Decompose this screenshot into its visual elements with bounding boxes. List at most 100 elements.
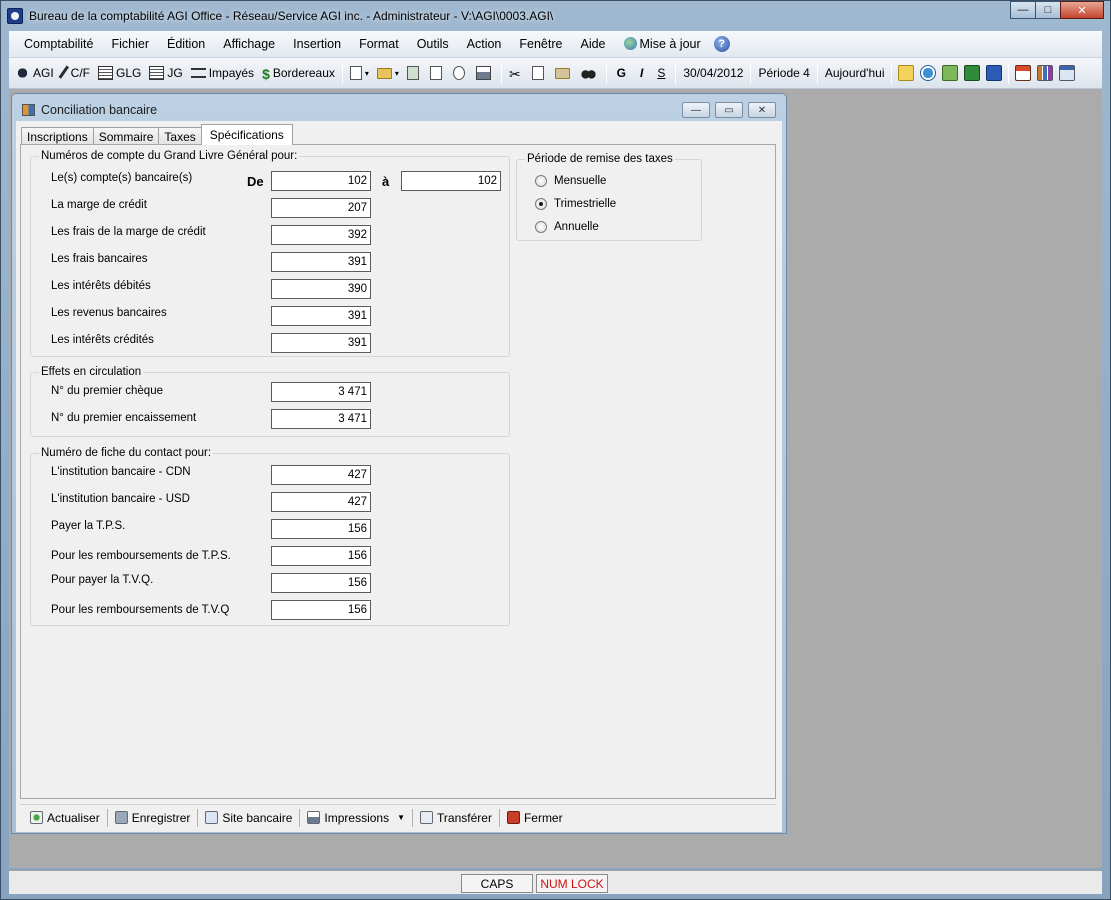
bank-revenue-field[interactable]: 391 bbox=[271, 306, 371, 326]
help-icon[interactable]: ? bbox=[713, 36, 730, 52]
tab-taxes[interactable]: Taxes bbox=[158, 127, 202, 145]
favorites-icon[interactable] bbox=[898, 65, 915, 81]
bold-button[interactable]: G bbox=[610, 61, 633, 85]
toolbar-separator bbox=[750, 62, 752, 84]
child-minimize-button[interactable]: — bbox=[682, 102, 710, 118]
dropdown-arrow-icon: ▾ bbox=[394, 68, 399, 78]
bank-site-button[interactable]: Site bancaire bbox=[201, 811, 296, 825]
radio-annual[interactable] bbox=[535, 221, 547, 233]
to-label: à bbox=[382, 174, 390, 189]
bank-fees-field[interactable]: 391 bbox=[271, 252, 371, 272]
bank-reconciliation-window: Conciliation bancaire — ▭ ✕ Inscriptions… bbox=[11, 93, 787, 834]
copy-button[interactable] bbox=[528, 61, 551, 85]
menu-insertion[interactable]: Insertion bbox=[284, 37, 350, 51]
window-icon[interactable] bbox=[1059, 65, 1076, 81]
menu-fenetre[interactable]: Fenêtre bbox=[510, 37, 571, 51]
bank-account-from-field[interactable]: 102 bbox=[271, 171, 371, 191]
period-button[interactable]: Période 4 bbox=[754, 61, 813, 85]
print-button[interactable] bbox=[472, 61, 498, 85]
jg-button[interactable]: JG bbox=[145, 61, 186, 85]
date-button[interactable]: 30/04/2012 bbox=[679, 61, 747, 85]
menu-comptabilite[interactable]: Comptabilité bbox=[15, 37, 102, 51]
tab-sommaire[interactable]: Sommaire bbox=[92, 127, 160, 145]
impayes-button[interactable]: Impayés bbox=[187, 61, 258, 85]
bank-usd-field[interactable]: 427 bbox=[271, 492, 371, 512]
excel-icon[interactable] bbox=[964, 65, 981, 81]
menu-outils[interactable]: Outils bbox=[408, 37, 458, 51]
internet-explorer-icon[interactable] bbox=[920, 65, 937, 81]
cf-button[interactable]: C/F bbox=[58, 61, 94, 85]
window-title: Bureau de la comptabilité AGI Office - R… bbox=[29, 9, 554, 23]
preview-button[interactable] bbox=[449, 61, 472, 85]
new-document-button[interactable]: ▾ bbox=[346, 61, 373, 85]
app-icon bbox=[7, 8, 23, 24]
underline-button[interactable]: S bbox=[650, 61, 672, 85]
word-icon[interactable] bbox=[986, 65, 1003, 81]
radio-monthly[interactable] bbox=[535, 175, 547, 187]
calendar-icon[interactable] bbox=[1015, 65, 1032, 81]
paste-button[interactable] bbox=[551, 61, 577, 85]
cut-button[interactable]: ✂ bbox=[505, 61, 528, 85]
gl-accounts-group: Numéros de compte du Grand Livre Général… bbox=[30, 150, 510, 357]
toolbar-separator bbox=[1008, 62, 1010, 84]
period-annual-option[interactable]: Annuelle bbox=[535, 221, 599, 233]
qst-refund-field[interactable]: 156 bbox=[271, 600, 371, 620]
transfer-button[interactable]: Transférer bbox=[416, 811, 496, 825]
gst-refund-field[interactable]: 156 bbox=[271, 546, 371, 566]
pay-qst-field[interactable]: 156 bbox=[271, 573, 371, 593]
transfer-icon bbox=[420, 811, 434, 824]
child-window-title: Conciliation bancaire bbox=[41, 103, 158, 117]
refresh-button[interactable]: Actualiser bbox=[26, 811, 104, 825]
from-label: De bbox=[247, 174, 264, 189]
italic-button[interactable]: I bbox=[633, 61, 650, 85]
find-button[interactable] bbox=[577, 61, 603, 85]
close-window-button[interactable]: Fermer bbox=[503, 811, 567, 825]
maximize-button[interactable]: □ bbox=[1035, 1, 1061, 19]
reports-icon[interactable] bbox=[1037, 65, 1054, 81]
glg-button[interactable]: GLG bbox=[94, 61, 145, 85]
tab-inscriptions[interactable]: Inscriptions bbox=[21, 127, 94, 145]
first-deposit-field[interactable]: 3 471 bbox=[271, 409, 371, 429]
bank-account-to-field[interactable]: 102 bbox=[401, 171, 501, 191]
open-folder-icon bbox=[376, 67, 392, 79]
download-button[interactable] bbox=[403, 61, 426, 85]
bank-cdn-field[interactable]: 427 bbox=[271, 465, 371, 485]
pay-qst-label: Pour payer la T.V.Q. bbox=[51, 574, 154, 586]
open-folder-button[interactable]: ▾ bbox=[373, 61, 403, 85]
child-maximize-button[interactable]: ▭ bbox=[715, 102, 743, 118]
pay-gst-field[interactable]: 156 bbox=[271, 519, 371, 539]
credited-interest-label: Les intérêts crédités bbox=[51, 334, 154, 346]
minimize-button[interactable]: — bbox=[1010, 1, 1036, 19]
refresh-label: Actualiser bbox=[47, 810, 100, 825]
period-quarterly-option[interactable]: Trimestrielle bbox=[535, 198, 616, 210]
period-monthly-option[interactable]: Mensuelle bbox=[535, 175, 606, 187]
save-button[interactable]: Enregistrer bbox=[111, 811, 195, 825]
menu-aide[interactable]: Aide bbox=[571, 37, 614, 51]
menu-fichier[interactable]: Fichier bbox=[102, 37, 158, 51]
title-bar: Bureau de la comptabilité AGI Office - R… bbox=[1, 1, 1110, 31]
child-close-button[interactable]: ✕ bbox=[748, 102, 776, 118]
menu-affichage[interactable]: Affichage bbox=[214, 37, 284, 51]
bordereaux-button[interactable]: $ Bordereaux bbox=[258, 61, 339, 85]
menu-update[interactable]: Mise à jour bbox=[615, 37, 710, 51]
debited-interest-field[interactable]: 390 bbox=[271, 279, 371, 299]
agi-button[interactable]: AGI bbox=[11, 61, 58, 85]
notes-icon[interactable] bbox=[942, 65, 959, 81]
tab-specifications[interactable]: Spécifications bbox=[200, 124, 293, 145]
credit-line-field[interactable]: 207 bbox=[271, 198, 371, 218]
qst-refund-label: Pour les remboursements de T.V.Q bbox=[51, 604, 230, 616]
page-button[interactable] bbox=[426, 61, 449, 85]
gl-accounts-group-title: Numéros de compte du Grand Livre Général… bbox=[39, 150, 300, 162]
credit-line-fees-field[interactable]: 392 bbox=[271, 225, 371, 245]
radio-quarterly[interactable] bbox=[535, 198, 547, 210]
menu-action[interactable]: Action bbox=[458, 37, 511, 51]
today-button[interactable]: Aujourd'hui bbox=[821, 61, 889, 85]
close-button[interactable]: ✕ bbox=[1060, 1, 1104, 19]
prints-button[interactable]: Impressions ▼ bbox=[303, 811, 409, 825]
credited-interest-field[interactable]: 391 bbox=[271, 333, 371, 353]
bank-site-label: Site bancaire bbox=[222, 810, 293, 825]
menu-format[interactable]: Format bbox=[350, 37, 408, 51]
first-cheque-field[interactable]: 3 471 bbox=[271, 382, 371, 402]
menu-edition[interactable]: Édition bbox=[158, 37, 214, 51]
binoculars-icon bbox=[580, 66, 596, 80]
